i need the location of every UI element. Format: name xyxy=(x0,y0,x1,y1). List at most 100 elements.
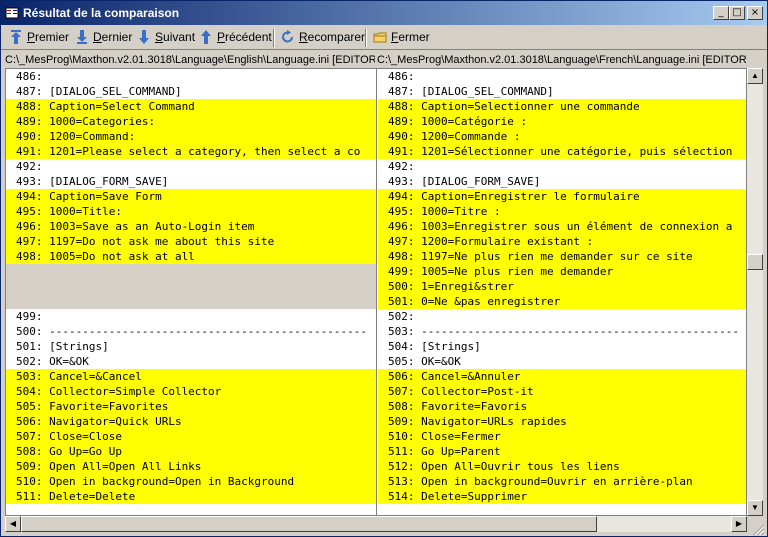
left-line[interactable]: 501: [Strings] xyxy=(6,339,376,354)
horizontal-scrollbar[interactable]: ◀ ▶ xyxy=(5,516,747,532)
left-line[interactable]: 490: 1200=Command: xyxy=(6,129,376,144)
right-line[interactable]: 511: Go Up=Parent xyxy=(378,444,746,459)
right-line[interactable]: 487: [DIALOG_SEL_COMMAND] xyxy=(378,84,746,99)
right-line[interactable]: 507: Collector=Post-it xyxy=(378,384,746,399)
recompare-button[interactable]: Recomparer xyxy=(281,28,365,46)
right-pane[interactable]: 486: 487: [DIALOG_SEL_COMMAND] 488: Captio… xyxy=(378,69,746,515)
left-line[interactable]: 498: 1005=Do not ask at all xyxy=(6,249,376,264)
toolbar: Premier Dernier Suivant Précédent Recomp… xyxy=(1,25,767,50)
resize-grip-icon[interactable] xyxy=(751,522,765,536)
right-line[interactable]: 510: Close=Fermer xyxy=(378,429,746,444)
right-line[interactable]: 514: Delete=Supprimer xyxy=(378,489,746,504)
right-line[interactable]: 498: 1197=Ne plus rien me demander sur c… xyxy=(378,249,746,264)
left-line[interactable]: 502: OK=&OK xyxy=(6,354,376,369)
left-pane[interactable]: 486: 487: [DIALOG_SEL_COMMAND] 488: Captio… xyxy=(6,69,376,515)
right-line[interactable]: 492: xyxy=(378,159,746,174)
last-label: Dernier xyxy=(93,30,133,44)
minimize-button[interactable]: _ xyxy=(713,6,729,20)
file-paths: C:\_MesProg\Maxthon.v2.01.3018\Language\… xyxy=(5,52,747,68)
first-button[interactable]: Premier xyxy=(9,28,69,46)
right-line[interactable]: 488: Caption=Selectionner une commande xyxy=(378,99,746,114)
right-line[interactable]: 508: Favorite=Favoris xyxy=(378,399,746,414)
compare-app-icon xyxy=(5,7,19,19)
left-gap-row[interactable] xyxy=(6,294,376,309)
right-line[interactable]: 496: 1003=Enregistrer sous un élément de… xyxy=(378,219,746,234)
close-window-button[interactable]: × xyxy=(747,6,763,20)
title-bar[interactable]: Résultat de la comparaison _ □ × xyxy=(1,1,767,25)
left-line[interactable]: 507: Close=Close xyxy=(6,429,376,444)
left-line[interactable]: 497: 1197=Do not ask me about this site xyxy=(6,234,376,249)
close-button[interactable]: Fermer xyxy=(373,28,430,46)
scroll-right-icon[interactable]: ▶ xyxy=(731,516,747,532)
left-line[interactable]: 491: 1201=Please select a category, then… xyxy=(6,144,376,159)
right-line[interactable]: 490: 1200=Commande : xyxy=(378,129,746,144)
right-line[interactable]: 491: 1201=Sélectionner une catégorie, pu… xyxy=(378,144,746,159)
recompare-label: Recomparer xyxy=(299,30,366,44)
right-line[interactable]: 495: 1000=Titre : xyxy=(378,204,746,219)
left-line[interactable]: 489: 1000=Categories: xyxy=(6,114,376,129)
right-line[interactable]: 497: 1200=Formulaire existant : xyxy=(378,234,746,249)
left-line[interactable]: 492: xyxy=(6,159,376,174)
right-line[interactable]: 502: xyxy=(378,309,746,324)
right-line[interactable]: 499: 1005=Ne plus rien me demander xyxy=(378,264,746,279)
right-line[interactable]: 513: Open in background=Ouvrir en arrièr… xyxy=(378,474,746,489)
arrow-top-icon xyxy=(11,30,21,44)
arrow-down-icon xyxy=(139,30,149,44)
left-line[interactable]: 488: Caption=Select Command xyxy=(6,99,376,114)
left-line[interactable]: 496: 1003=Save as an Auto-Login item xyxy=(6,219,376,234)
left-file-path: C:\_MesProg\Maxthon.v2.01.3018\Language\… xyxy=(5,52,375,68)
right-line[interactable]: 489: 1000=Catégorie : xyxy=(378,114,746,129)
pane-divider[interactable] xyxy=(376,69,377,515)
vertical-scroll-thumb[interactable] xyxy=(747,254,763,270)
right-line[interactable]: 509: Navigator=URLs rapides xyxy=(378,414,746,429)
scroll-left-icon[interactable]: ◀ xyxy=(5,516,21,532)
right-line[interactable]: 512: Open All=Ouvrir tous les liens xyxy=(378,459,746,474)
left-line[interactable]: 495: 1000=Title: xyxy=(6,204,376,219)
toolbar-separator xyxy=(273,29,275,47)
first-label: Premier xyxy=(27,30,70,44)
left-gap-row[interactable] xyxy=(6,279,376,294)
right-line[interactable]: 506: Cancel=&Annuler xyxy=(378,369,746,384)
arrow-bottom-icon xyxy=(77,30,87,44)
previous-label: Précédent xyxy=(217,30,272,44)
close-label: Fermer xyxy=(391,30,430,44)
arrow-up-icon xyxy=(201,30,211,44)
left-gap-row[interactable] xyxy=(6,264,376,279)
maximize-button[interactable]: □ xyxy=(729,6,745,20)
right-line[interactable]: 500: 1=Enregi&strer xyxy=(378,279,746,294)
left-line[interactable]: 504: Collector=Simple Collector xyxy=(6,384,376,399)
last-button[interactable]: Dernier xyxy=(75,28,132,46)
window-title: Résultat de la comparaison xyxy=(23,6,180,20)
scroll-down-icon[interactable]: ▼ xyxy=(747,500,763,516)
left-line[interactable]: 503: Cancel=&Cancel xyxy=(6,369,376,384)
left-line[interactable]: 499: xyxy=(6,309,376,324)
left-line[interactable]: 493: [DIALOG_FORM_SAVE] xyxy=(6,174,376,189)
horizontal-scroll-thumb[interactable] xyxy=(21,516,597,532)
right-line[interactable]: 486: xyxy=(378,69,746,84)
left-line[interactable]: 500: -----------------------------------… xyxy=(6,324,376,339)
right-line[interactable]: 505: OK=&OK xyxy=(378,354,746,369)
vertical-scrollbar[interactable]: ▲ ▼ xyxy=(747,68,763,516)
left-line[interactable]: 487: [DIALOG_SEL_COMMAND] xyxy=(6,84,376,99)
toolbar-separator xyxy=(365,29,367,47)
left-line[interactable]: 505: Favorite=Favorites xyxy=(6,399,376,414)
left-line[interactable]: 509: Open All=Open All Links xyxy=(6,459,376,474)
right-line[interactable]: 503: -----------------------------------… xyxy=(378,324,746,339)
left-line[interactable]: 506: Navigator=Quick URLs xyxy=(6,414,376,429)
next-label: Suivant xyxy=(155,30,196,44)
right-line[interactable]: 493: [DIALOG_FORM_SAVE] xyxy=(378,174,746,189)
right-line[interactable]: 501: 0=Ne &pas enregistrer xyxy=(378,294,746,309)
right-line[interactable]: 494: Caption=Enregistrer le formulaire xyxy=(378,189,746,204)
diff-view[interactable]: 486: 487: [DIALOG_SEL_COMMAND] 488: Captio… xyxy=(5,68,747,516)
left-line[interactable]: 510: Open in background=Open in Backgrou… xyxy=(6,474,376,489)
compare-window: Résultat de la comparaison _ □ × Premier… xyxy=(0,0,768,537)
left-line[interactable]: 508: Go Up=Go Up xyxy=(6,444,376,459)
left-line[interactable]: 494: Caption=Save Form xyxy=(6,189,376,204)
left-line[interactable]: 511: Delete=Delete xyxy=(6,489,376,504)
refresh-icon xyxy=(282,30,293,43)
scroll-up-icon[interactable]: ▲ xyxy=(747,68,763,84)
previous-button[interactable]: Précédent xyxy=(199,28,272,46)
left-line[interactable]: 486: xyxy=(6,69,376,84)
right-line[interactable]: 504: [Strings] xyxy=(378,339,746,354)
next-button[interactable]: Suivant xyxy=(137,28,195,46)
